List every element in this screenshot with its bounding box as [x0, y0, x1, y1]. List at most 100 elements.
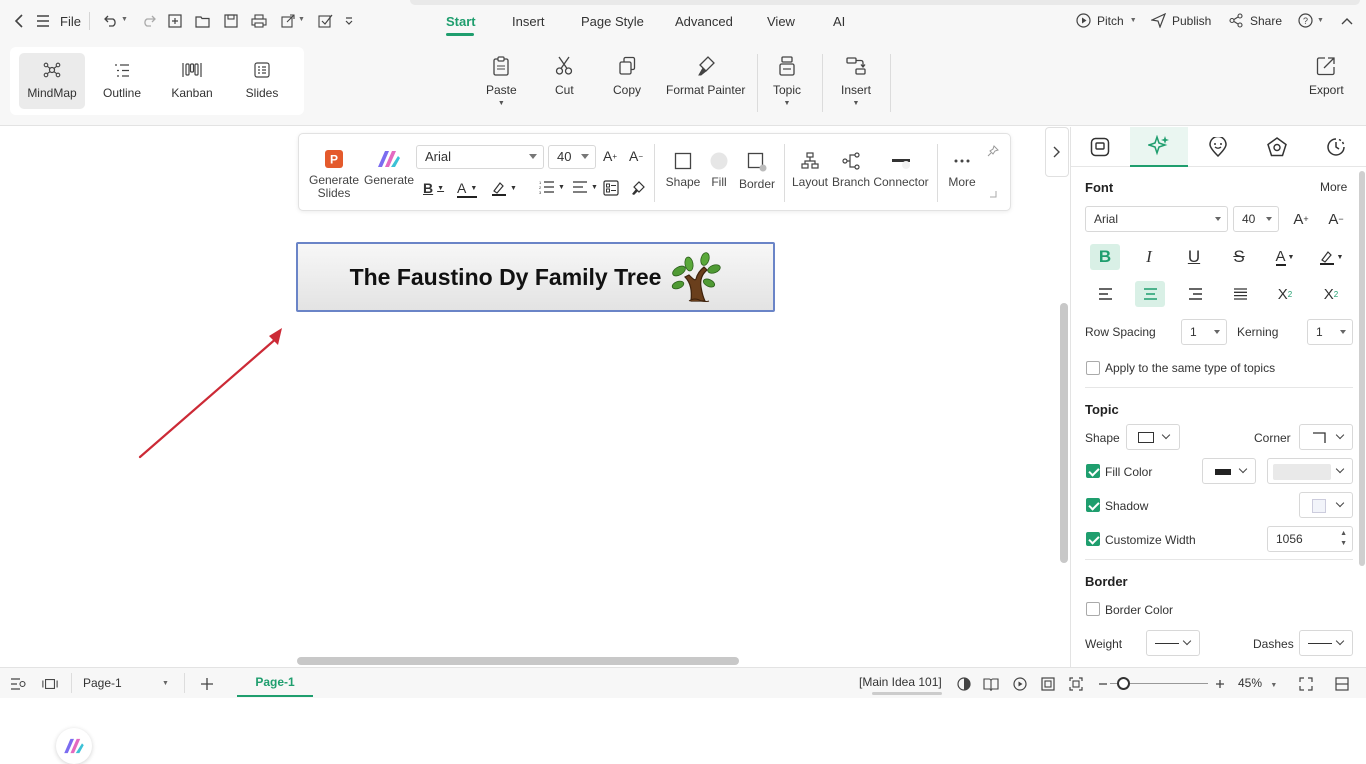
fill-button[interactable]: Fill [704, 152, 734, 189]
tab-insert[interactable]: Insert [512, 14, 545, 29]
panel-subscript-button[interactable]: X2 [1316, 281, 1346, 307]
fill-type-select[interactable] [1202, 458, 1256, 484]
view-kanban-button[interactable]: Kanban [159, 53, 225, 109]
fullscreen-icon[interactable] [1298, 676, 1314, 692]
topic-button[interactable]: Topic ▼ [773, 56, 801, 107]
stepper-icon[interactable]: ▲ ▼ [1340, 529, 1347, 549]
main-topic-text[interactable]: The Faustino Dy Family Tree [350, 264, 662, 291]
font-size-select[interactable]: 40 [548, 145, 596, 169]
cut-button[interactable]: Cut [555, 56, 574, 97]
collapse-ribbon-icon[interactable] [1338, 12, 1356, 30]
vertical-scrollbar[interactable] [1060, 303, 1068, 563]
panel-highlight-button[interactable]: ▼ [1316, 244, 1346, 270]
slide-thumbnails-icon[interactable] [42, 676, 58, 692]
save-icon[interactable] [222, 12, 240, 30]
book-view-icon[interactable] [983, 676, 999, 692]
panel-align-right-button[interactable] [1180, 281, 1210, 307]
pin-icon[interactable] [987, 145, 999, 157]
help-button[interactable]: ? ▼ [1298, 13, 1324, 28]
more-button[interactable]: More [944, 152, 980, 189]
numbering-button[interactable]: 123 ▼ [539, 180, 565, 194]
bold-button[interactable]: B ▼ [423, 180, 444, 196]
open-folder-icon[interactable] [194, 12, 212, 30]
undo-icon[interactable] [102, 12, 120, 30]
zoom-in-icon[interactable] [1212, 676, 1228, 692]
undo-dropdown-icon[interactable]: ▼ [121, 16, 128, 23]
shadow-color-picker[interactable] [1299, 492, 1353, 518]
fill-color-checkbox[interactable] [1086, 464, 1100, 478]
add-page-icon[interactable] [199, 676, 215, 692]
checklist-button[interactable] [603, 180, 619, 196]
collapse-panel-button[interactable] [1045, 127, 1069, 177]
layout-button[interactable]: Layout [790, 152, 830, 189]
fit-screen-icon[interactable] [1068, 676, 1084, 692]
tab-history[interactable] [1307, 127, 1365, 167]
generate-slides-button[interactable]: P Generate Slides [309, 150, 359, 200]
apply-same-type-checkbox[interactable] [1086, 361, 1100, 375]
print-icon[interactable] [250, 12, 268, 30]
export-dropdown-icon[interactable]: ▼ [298, 16, 305, 23]
text-align-button[interactable]: ▼ [572, 180, 598, 194]
tab-view[interactable]: View [767, 14, 795, 29]
tab-advanced[interactable]: Advanced [675, 14, 733, 29]
back-icon[interactable] [10, 12, 28, 30]
export-button[interactable]: Export [1309, 56, 1344, 97]
page-tab[interactable]: Page-1 [237, 670, 313, 697]
paste-button[interactable]: Paste ▼ [486, 56, 517, 107]
generate-button[interactable]: Generate [364, 150, 414, 187]
ai-assistant-button[interactable] [56, 728, 92, 764]
highlight-color-button[interactable]: ▼ [491, 180, 517, 196]
branch-button[interactable]: Branch [831, 152, 871, 189]
tab-page-style[interactable]: Page Style [581, 14, 644, 29]
publish-button[interactable]: Publish [1151, 13, 1211, 28]
border-dashes-select[interactable] [1299, 630, 1353, 656]
play-icon[interactable] [1012, 676, 1028, 692]
tab-marker[interactable] [1189, 127, 1247, 167]
new-file-icon[interactable] [166, 12, 184, 30]
horizontal-scrollbar[interactable] [297, 657, 739, 665]
border-weight-select[interactable] [1146, 630, 1200, 656]
main-topic[interactable]: The Faustino Dy Family Tree [296, 242, 775, 312]
shadow-checkbox[interactable] [1086, 498, 1100, 512]
topic-corner-select[interactable] [1299, 424, 1353, 450]
width-input[interactable]: 1056 ▲ ▼ [1267, 526, 1353, 552]
copy-button[interactable]: Copy [613, 56, 641, 97]
insert-button[interactable]: Insert ▼ [841, 56, 871, 107]
customize-width-checkbox[interactable] [1086, 532, 1100, 546]
theme-toggle-icon[interactable] [956, 676, 972, 692]
font-more-link[interactable]: More [1320, 180, 1347, 194]
decrease-font-size-button[interactable]: A − [629, 148, 643, 164]
panel-decrease-font-button[interactable]: A − [1321, 206, 1351, 232]
format-painter-button[interactable]: Format Painter [666, 56, 745, 97]
tab-start[interactable]: Start [446, 14, 476, 29]
export-share-icon[interactable] [279, 12, 297, 30]
panel-font-size-select[interactable]: 40 [1233, 206, 1279, 232]
zoom-out-icon[interactable] [1095, 676, 1111, 692]
tab-ai[interactable]: AI [833, 14, 845, 29]
panel-strikethrough-button[interactable]: S [1224, 244, 1254, 270]
zoom-slider-thumb[interactable] [1117, 677, 1130, 690]
panel-font-family-select[interactable]: Arial [1085, 206, 1228, 232]
kerning-select[interactable]: 1 [1307, 319, 1353, 345]
clear-format-button[interactable] [630, 180, 646, 196]
border-button[interactable]: Border [737, 152, 777, 191]
panel-align-left-button[interactable] [1090, 281, 1120, 307]
connector-button[interactable]: Connector [872, 152, 930, 189]
zoom-level-select[interactable]: 45% ▼ [1238, 676, 1277, 690]
topic-shape-select[interactable] [1126, 424, 1180, 450]
font-color-button[interactable]: A ▼ [457, 180, 478, 198]
panel-align-center-button[interactable] [1135, 281, 1165, 307]
resize-corner-icon[interactable] [989, 190, 997, 198]
panel-superscript-button[interactable]: X2 [1270, 281, 1300, 307]
panel-underline-button[interactable]: U [1179, 244, 1209, 270]
view-slides-button[interactable]: Slides [229, 53, 295, 109]
row-spacing-select[interactable]: 1 [1181, 319, 1227, 345]
border-color-checkbox[interactable] [1086, 602, 1100, 616]
shape-button[interactable]: Shape [664, 152, 702, 189]
increase-font-size-button[interactable]: A + [603, 148, 617, 164]
font-family-select[interactable]: Arial [416, 145, 544, 169]
page-list-icon[interactable] [10, 676, 26, 692]
view-mindmap-button[interactable]: MindMap [19, 53, 85, 109]
file-menu[interactable]: File [60, 14, 81, 29]
mindmap-canvas[interactable]: P Generate Slides Generate Arial 40 A + A… [0, 127, 1069, 764]
